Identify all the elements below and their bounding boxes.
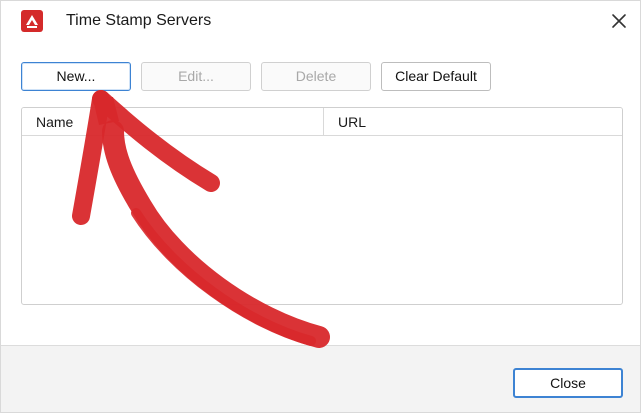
delete-button[interactable]: Delete [261, 62, 371, 91]
close-button[interactable]: Close [513, 368, 623, 398]
time-stamp-servers-dialog: Time Stamp Servers New... Edit... Delete… [0, 0, 641, 413]
window-title: Time Stamp Servers [66, 12, 212, 29]
servers-list[interactable]: Name URL [21, 107, 623, 305]
clear-default-button[interactable]: Clear Default [381, 62, 491, 91]
dialog-footer: Close [1, 345, 640, 412]
title-bar: Time Stamp Servers [1, 1, 640, 41]
new-button[interactable]: New... [21, 62, 131, 91]
edit-button[interactable]: Edit... [141, 62, 251, 91]
list-header: Name URL [22, 108, 622, 136]
column-header-url[interactable]: URL [324, 108, 622, 136]
close-icon[interactable] [606, 8, 632, 34]
column-header-name[interactable]: Name [22, 108, 324, 136]
pdf-app-icon [21, 10, 43, 32]
